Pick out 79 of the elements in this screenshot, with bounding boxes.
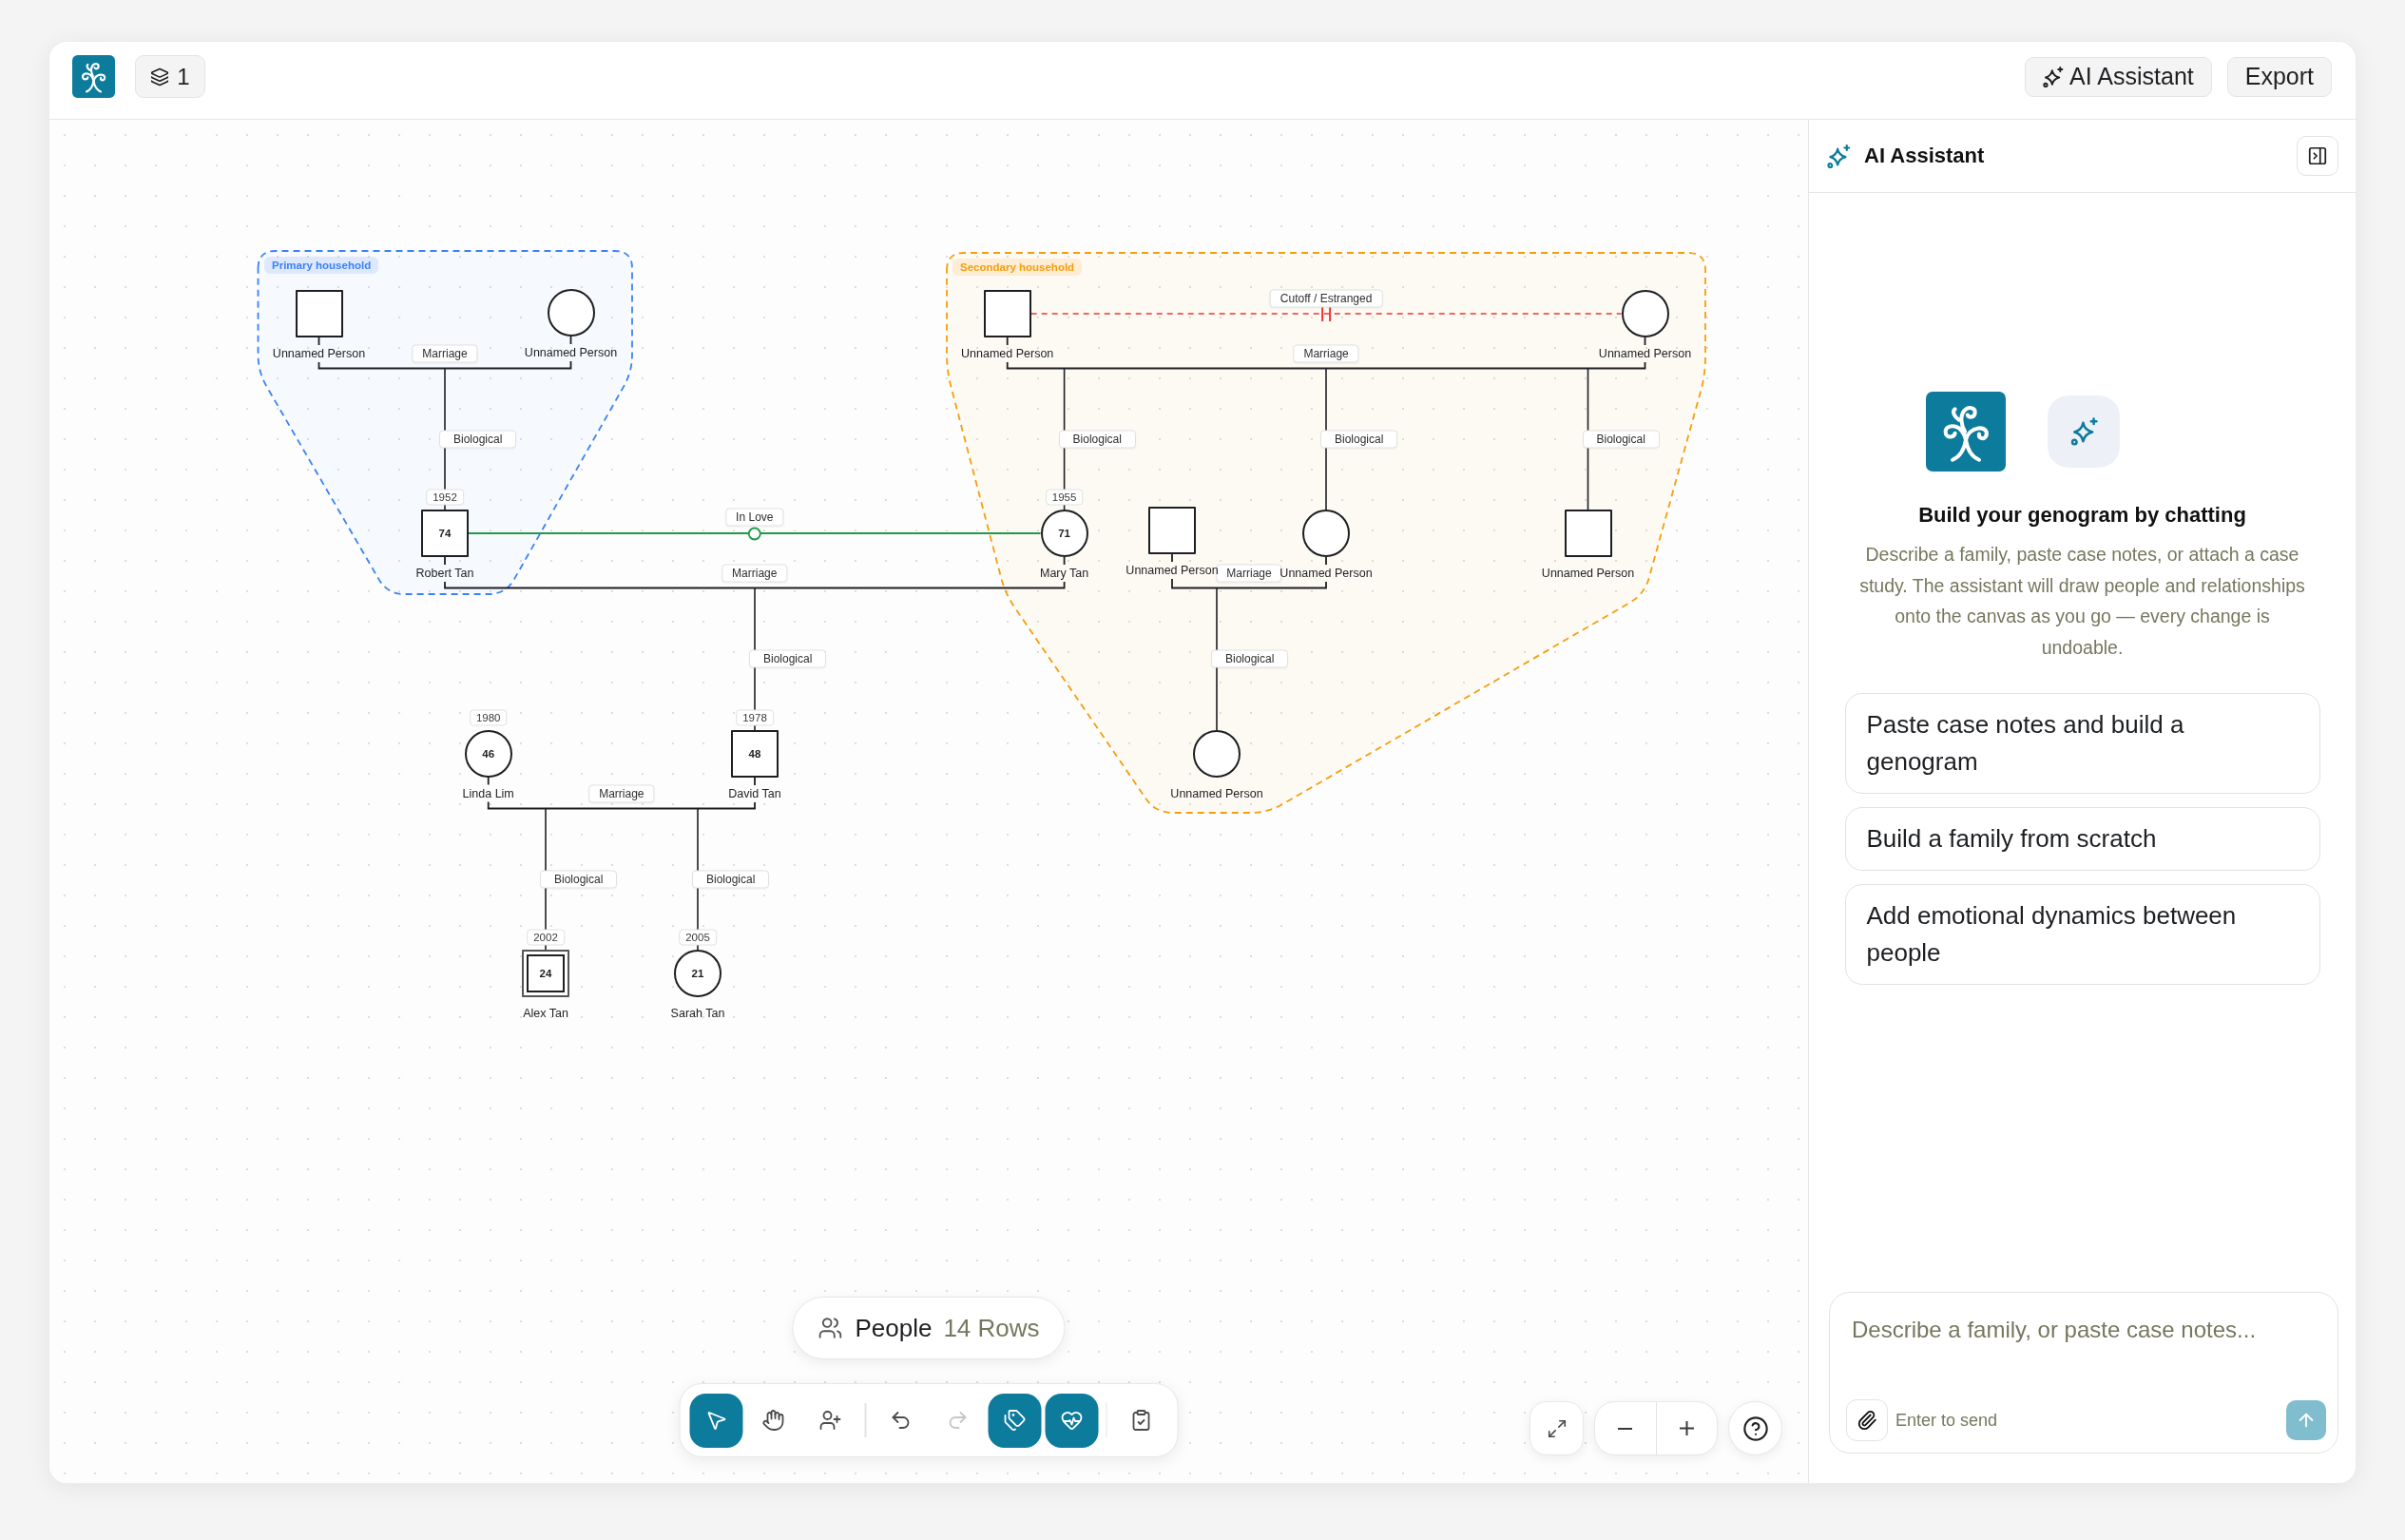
person-name: Alex Tan xyxy=(523,1006,568,1021)
relationship-label: Biological xyxy=(1320,430,1398,449)
person-name: Unnamed Person xyxy=(1279,566,1373,581)
toggle-button[interactable] xyxy=(1045,1393,1098,1448)
minus-icon xyxy=(1618,1427,1633,1430)
person-name: Unnamed Person xyxy=(524,345,618,360)
birth-year: 1978 xyxy=(736,709,774,726)
relationship-label: In Love xyxy=(725,508,784,527)
sparkle-icon xyxy=(2047,395,2120,468)
person-name: Unnamed Person xyxy=(1541,566,1635,581)
tool-button[interactable] xyxy=(689,1393,743,1448)
person-name: Unnamed Person xyxy=(272,346,366,361)
layers-icon xyxy=(150,67,170,87)
heart-pulse-icon xyxy=(1060,1409,1083,1432)
birth-year: 2002 xyxy=(527,929,565,946)
people-table-button[interactable]: People 14 Rows xyxy=(792,1297,1066,1359)
birth-year: 2005 xyxy=(679,929,717,946)
group-label: Secondary household xyxy=(952,259,1083,276)
suggestion-button[interactable]: Build a family from scratch xyxy=(1844,807,2320,871)
person-name: Unnamed Person xyxy=(1126,563,1219,578)
age-label: 46 xyxy=(482,747,495,760)
export-button[interactable]: Export xyxy=(2226,56,2332,97)
empty-state-description: Describe a family, paste case notes, or attach a case study. The assistant will draw people and relationships onto the canvas as you go — every change is undoable. xyxy=(1858,543,2306,660)
relationship-label: Biological xyxy=(749,649,827,668)
relationship-label: Biological xyxy=(1582,430,1660,449)
person-name: Unnamed Person xyxy=(961,346,1054,361)
collapse-panel-button[interactable] xyxy=(2297,136,2338,176)
relationship-label: Marriage xyxy=(722,564,788,583)
help-icon xyxy=(1741,1415,1769,1442)
expand-icon xyxy=(1546,1417,1568,1439)
relationship-label: Biological xyxy=(540,870,618,889)
assistant-button[interactable]: AI Assistant xyxy=(2025,56,2212,97)
suggestion-button[interactable]: Paste case notes and build a genogram xyxy=(1844,693,2320,794)
help-button[interactable] xyxy=(1728,1401,1782,1455)
tree-logo-icon xyxy=(72,55,115,98)
attach-button[interactable] xyxy=(1846,1399,1888,1441)
empty-state-heading: Build your genogram by chatting xyxy=(1918,502,2246,529)
message-input[interactable]: Describe a family, or paste case notes... xyxy=(1852,1316,2326,1392)
birth-year: 1980 xyxy=(469,709,508,725)
person-name: Mary Tan xyxy=(1040,566,1089,581)
person-name: Robert Tan xyxy=(415,566,474,581)
relationship-label: Biological xyxy=(692,870,770,889)
message-composer[interactable]: Describe a family, or paste case notes... Enter to send xyxy=(1829,1292,2338,1453)
person-name: Sarah Tan xyxy=(670,1006,725,1021)
toggle-button[interactable] xyxy=(988,1393,1041,1448)
send-hint: Enter to send xyxy=(1895,1410,1998,1431)
relationship-label: Cutoff / Estranged xyxy=(1269,289,1383,308)
age-label: 21 xyxy=(691,968,704,979)
age-label: 74 xyxy=(438,528,452,539)
suggestion-button[interactable]: Add emotional dynamics between people xyxy=(1844,884,2320,985)
layers-button[interactable]: 1 xyxy=(135,55,205,98)
relationship-label: Marriage xyxy=(588,784,655,803)
relationship-label: Biological xyxy=(1211,649,1289,668)
people-icon xyxy=(818,1316,843,1340)
relationship-label: Biological xyxy=(439,430,517,449)
fit-view-button[interactable] xyxy=(1530,1401,1584,1455)
add-person-icon xyxy=(818,1409,842,1432)
tags-icon xyxy=(1003,1409,1026,1432)
age-label: 24 xyxy=(539,968,552,979)
person-name: David Tan xyxy=(728,786,781,801)
panel-collapse-icon xyxy=(2307,145,2328,166)
sparkle-icon xyxy=(2043,66,2065,87)
panel-title: AI Assistant xyxy=(1864,144,1985,168)
hand-icon xyxy=(761,1409,785,1432)
tree-logo-icon xyxy=(1925,392,2006,472)
relationship-label: Biological xyxy=(1058,430,1136,449)
age-label: 71 xyxy=(1058,528,1070,539)
group-label: Primary household xyxy=(264,257,379,274)
person-name: Linda Lim xyxy=(462,786,514,800)
age-label: 48 xyxy=(748,748,761,760)
person-name: Unnamed Person xyxy=(1170,786,1263,801)
sparkle-icon xyxy=(1827,144,1851,168)
person-name: Unnamed Person xyxy=(1598,346,1692,361)
relationship-label: Marriage xyxy=(1293,344,1359,363)
plus-icon xyxy=(1679,1421,1694,1435)
paperclip-icon xyxy=(1857,1410,1877,1431)
birth-year: 1952 xyxy=(426,489,464,506)
birth-year: 1955 xyxy=(1045,489,1084,506)
relationship-label: Marriage xyxy=(412,344,478,363)
